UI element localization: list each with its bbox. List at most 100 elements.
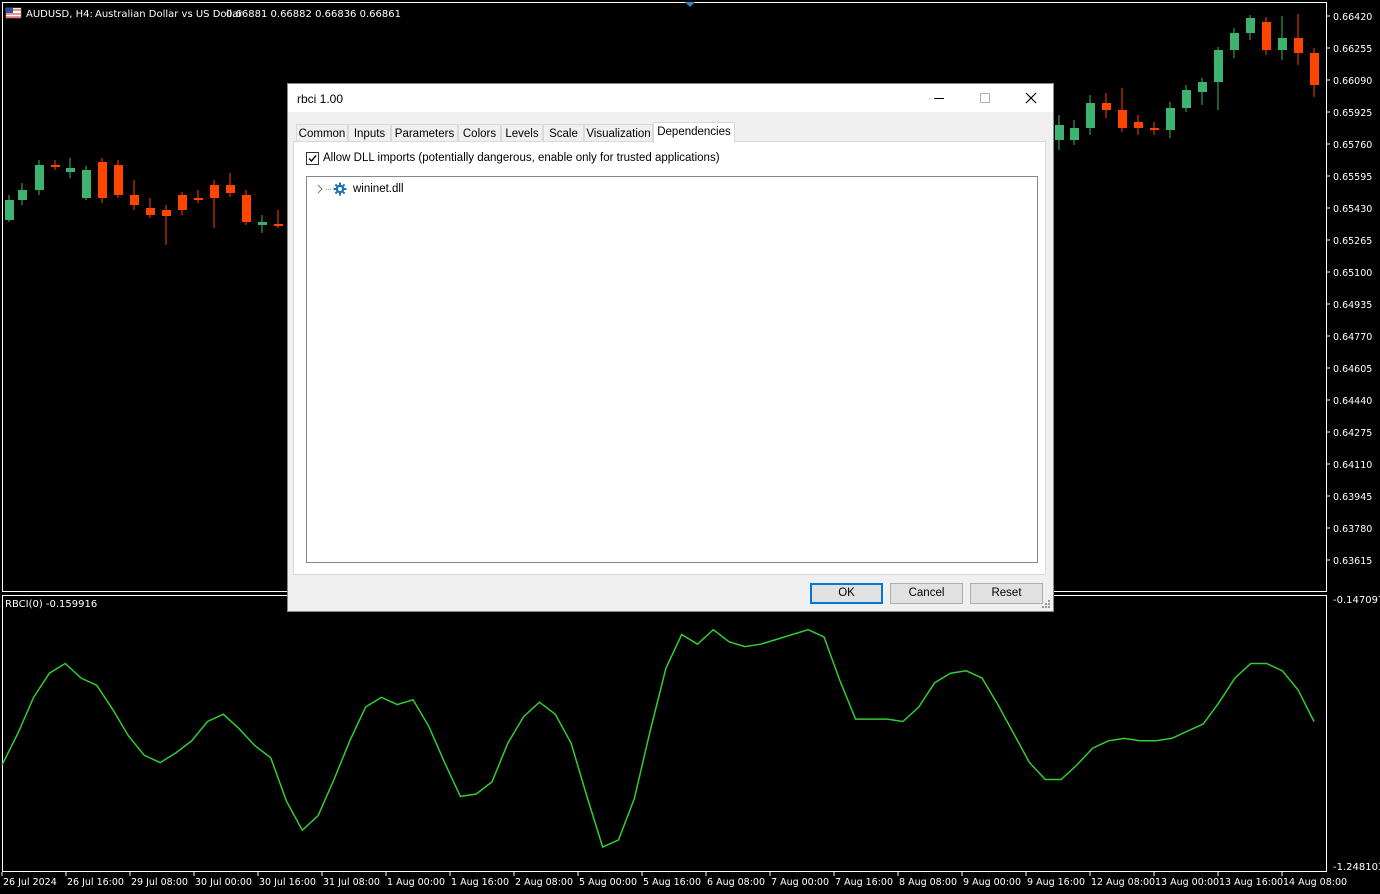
time-label: 14 Aug 08:00 — [1283, 877, 1347, 888]
dialog-titlebar[interactable]: rbci 1.00 — [288, 84, 1053, 112]
candle-body — [1182, 90, 1191, 108]
time-label: 1 Aug 16:00 — [451, 877, 509, 888]
indicator-axis-top: -0.147097 — [1333, 595, 1380, 606]
tab-common[interactable]: Common — [296, 124, 348, 142]
tree-connector-icon — [326, 189, 332, 190]
allow-dll-label[interactable]: Allow DLL imports (potentially dangerous… — [323, 152, 720, 164]
candle-body — [226, 185, 235, 193]
price-label: 0.64275 — [1333, 428, 1372, 439]
time-label: 5 Aug 16:00 — [643, 877, 701, 888]
candle-body — [35, 165, 44, 190]
time-label: 7 Aug 00:00 — [771, 877, 829, 888]
candle-body — [1055, 125, 1064, 140]
minimize-icon — [934, 98, 944, 99]
cancel-button[interactable]: Cancel — [890, 583, 963, 604]
candle-body — [1086, 103, 1095, 128]
allow-dll-checkbox[interactable] — [306, 152, 319, 165]
time-label: 12 Aug 08:00 — [1091, 877, 1155, 888]
candle-body — [1230, 33, 1239, 50]
dialog-title: rbci 1.00 — [297, 92, 344, 106]
price-label: 0.64935 — [1333, 300, 1372, 311]
chart-description: Australian Dollar vs US Dollar — [95, 9, 243, 20]
time-label: 7 Aug 16:00 — [835, 877, 893, 888]
candle-body — [146, 208, 155, 215]
time-label: 2 Aug 08:00 — [515, 877, 573, 888]
chart-symbol: AUDUSD, H4: — [26, 9, 93, 20]
candle-body — [1150, 128, 1159, 130]
price-label: 0.65100 — [1333, 268, 1372, 279]
time-label: 13 Aug 16:00 — [1219, 877, 1283, 888]
price-label: 0.63615 — [1333, 556, 1372, 567]
tab-dependencies[interactable]: Dependencies — [653, 122, 735, 143]
time-label: 8 Aug 08:00 — [899, 877, 957, 888]
candle-body — [178, 195, 187, 210]
indicator-label: RBCI(0) -0.159916 — [5, 599, 97, 610]
symbol-flag-icon — [5, 7, 22, 19]
time-label: 29 Jul 08:00 — [131, 877, 188, 888]
minimize-button[interactable] — [916, 84, 962, 112]
maximize-button — [962, 84, 1008, 112]
resize-grip-icon[interactable] — [1041, 599, 1051, 609]
time-label: 31 Jul 08:00 — [323, 877, 380, 888]
candle-body — [51, 165, 60, 167]
candle-body — [1198, 82, 1207, 92]
close-icon — [1025, 92, 1037, 104]
candle-body — [1166, 108, 1175, 130]
tab-levels[interactable]: Levels — [501, 124, 543, 142]
candle-body — [258, 222, 267, 225]
tab-parameters[interactable]: Parameters — [391, 124, 458, 142]
price-label: 0.65595 — [1333, 172, 1372, 183]
candle-body — [1070, 128, 1079, 140]
checkmark-icon — [308, 155, 317, 163]
candle-body — [274, 224, 283, 226]
rbci-line — [1, 628, 1315, 849]
price-label: 0.64110 — [1333, 460, 1372, 471]
dependencies-panel: Allow DLL imports (potentially dangerous… — [293, 141, 1046, 575]
indicator-pane-border — [2, 595, 1327, 872]
candle-body — [194, 198, 203, 200]
price-label: 0.66255 — [1333, 44, 1372, 55]
time-label: 1 Aug 00:00 — [387, 877, 445, 888]
price-label: 0.64605 — [1333, 364, 1372, 375]
candle-body — [210, 185, 219, 198]
price-axis: 0.66420 0.66255 0.66090 0.65925 0.65760 0.655… — [1326, 12, 1372, 567]
tree-item-wininet[interactable]: wininet.dll — [315, 181, 404, 197]
time-label: 6 Aug 08:00 — [707, 877, 765, 888]
candle-body — [1214, 50, 1223, 82]
maximize-icon — [980, 93, 990, 103]
close-button[interactable] — [1008, 84, 1054, 112]
price-label: 0.65925 — [1333, 108, 1372, 119]
chart-ohlc: 0.66881 0.66882 0.66836 0.66861 — [226, 9, 401, 20]
candle-body — [1310, 53, 1319, 85]
time-label: 26 Jul 16:00 — [67, 877, 124, 888]
candle-body — [82, 170, 91, 198]
time-label: 13 Aug 00:00 — [1155, 877, 1219, 888]
price-label: 0.65430 — [1333, 204, 1372, 215]
price-label: 0.63780 — [1333, 524, 1372, 535]
tab-scale[interactable]: Scale — [543, 124, 584, 142]
candle-body — [1278, 38, 1287, 50]
price-label: 0.64440 — [1333, 396, 1372, 407]
candle-body — [1134, 122, 1143, 128]
chevron-right-icon[interactable] — [315, 183, 325, 195]
time-axis: 26 Jul 2024 26 Jul 16:00 29 Jul 08:00 30 Ju… — [1, 872, 1347, 888]
tab-colors[interactable]: Colors — [458, 124, 501, 142]
dependencies-tree[interactable]: wininet.dll — [306, 176, 1038, 563]
indicator-properties-dialog: rbci 1.00 Common Inputs Parameters Color… — [287, 83, 1054, 612]
candle-body — [130, 195, 139, 205]
price-label: 0.66090 — [1333, 76, 1372, 87]
chart-shift-marker[interactable] — [685, 2, 695, 7]
time-label: 26 Jul 2024 — [3, 877, 57, 888]
tab-inputs[interactable]: Inputs — [348, 124, 391, 142]
time-label: 5 Aug 00:00 — [579, 877, 637, 888]
candle-body — [1118, 110, 1127, 128]
candle-body — [1294, 38, 1303, 53]
gear-icon — [333, 182, 347, 196]
price-label: 0.65760 — [1333, 140, 1372, 151]
candle-body — [162, 210, 171, 216]
candle-body — [18, 190, 27, 200]
ok-button[interactable]: OK — [810, 583, 883, 604]
candle-body — [66, 168, 75, 172]
reset-button[interactable]: Reset — [970, 583, 1043, 604]
tab-visualization[interactable]: Visualization — [584, 124, 653, 142]
